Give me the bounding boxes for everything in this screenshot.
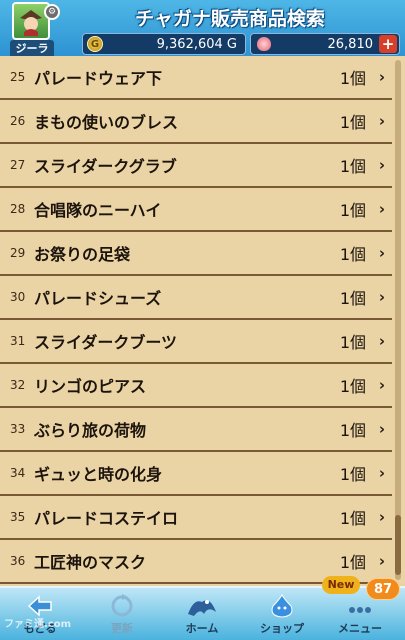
gem-icon xyxy=(257,37,271,51)
chevron-right-icon: › xyxy=(378,244,386,262)
dragon-home-icon xyxy=(188,600,216,616)
gold-coin-icon: G xyxy=(87,36,103,52)
avatar-link-icon[interactable]: ⚙ xyxy=(44,4,60,20)
gold-value: 9,362,604 G xyxy=(156,36,237,52)
item-name: 工匠神のマスク xyxy=(34,553,147,572)
item-name: スライダークブーツ xyxy=(34,333,178,352)
item-name: まもの使いのブレス xyxy=(34,113,179,132)
nav-home-button[interactable]: ホーム xyxy=(172,592,232,640)
chevron-right-icon: › xyxy=(378,552,386,570)
item-number: 31 xyxy=(10,334,26,348)
watermark: ファミ通.com xyxy=(4,619,72,630)
list-item[interactable]: 35 パレードコステイロ 1個 › xyxy=(0,496,392,540)
item-number: 33 xyxy=(10,422,26,436)
character-portrait-icon xyxy=(20,10,42,36)
list-scrollbar[interactable] xyxy=(395,60,401,580)
list-item[interactable]: 25 パレードウェア下 1個 › xyxy=(0,56,392,100)
list-item[interactable]: 32 リンゴのピアス 1個 › xyxy=(0,364,392,408)
item-name: パレードコステイロ xyxy=(34,509,179,528)
scrollbar-thumb[interactable] xyxy=(395,515,401,575)
item-name: お祭りの足袋 xyxy=(34,245,131,264)
nav-refresh-label: 更新 xyxy=(111,622,133,635)
gold-display: G 9,362,604 G xyxy=(82,33,246,55)
item-quantity: 1個 xyxy=(339,245,366,264)
item-list: 25 パレードウェア下 1個 › 26 まもの使いのブレス 1個 › 27 スラ… xyxy=(0,56,405,584)
chevron-right-icon: › xyxy=(378,200,386,218)
top-header: ⚙ ジーラ チャガナ販売商品検索 G 9,362,604 G 26,810 + xyxy=(0,0,405,62)
item-number: 29 xyxy=(10,246,26,260)
item-number: 36 xyxy=(10,554,26,568)
nav-refresh-button[interactable]: 更新 xyxy=(92,592,152,640)
item-name: 合唱隊のニーハイ xyxy=(34,201,162,220)
item-quantity: 1個 xyxy=(339,201,366,220)
gem-value: 26,810 xyxy=(327,36,374,52)
chevron-right-icon: › xyxy=(378,420,386,438)
item-quantity: 1個 xyxy=(339,69,366,88)
chevron-right-icon: › xyxy=(378,508,386,526)
item-quantity: 1個 xyxy=(339,509,366,528)
list-item[interactable]: 34 ギュッと時の化身 1個 › xyxy=(0,452,392,496)
item-number: 35 xyxy=(10,510,26,524)
item-name: スライダークグラブ xyxy=(34,157,177,176)
item-name: ギュッと時の化身 xyxy=(34,465,163,484)
new-badge: New xyxy=(322,576,360,594)
item-name: リンゴのピアス xyxy=(34,377,147,396)
chevron-right-icon: › xyxy=(378,68,386,86)
item-number: 28 xyxy=(10,202,26,216)
chevron-right-icon: › xyxy=(378,464,386,482)
chevron-right-icon: › xyxy=(378,112,386,130)
list-item[interactable]: 30 パレードシューズ 1個 › xyxy=(0,276,392,320)
item-quantity: 1個 xyxy=(339,289,366,308)
item-name: パレードウェア下 xyxy=(34,69,163,88)
slime-shop-icon xyxy=(271,594,293,618)
notification-count-badge: 87 xyxy=(366,578,400,600)
item-number: 25 xyxy=(10,70,26,84)
item-name: ぶらり旅の荷物 xyxy=(34,421,147,440)
item-name: パレードシューズ xyxy=(34,289,162,308)
gem-display: 26,810 + xyxy=(250,33,400,55)
item-number: 34 xyxy=(10,466,26,480)
item-quantity: 1個 xyxy=(339,421,366,440)
item-quantity: 1個 xyxy=(339,465,366,484)
list-item[interactable]: 26 まもの使いのブレス 1個 › xyxy=(0,100,392,144)
chevron-right-icon: › xyxy=(378,156,386,174)
chevron-right-icon: › xyxy=(378,376,386,394)
item-quantity: 1個 xyxy=(339,333,366,352)
item-quantity: 1個 xyxy=(339,157,366,176)
chevron-right-icon: › xyxy=(378,288,386,306)
item-number: 32 xyxy=(10,378,26,392)
nav-menu-label: メニュー xyxy=(338,622,382,635)
add-gems-button[interactable]: + xyxy=(379,35,397,53)
list-item[interactable]: 31 スライダークブーツ 1個 › xyxy=(0,320,392,364)
chevron-right-icon: › xyxy=(378,332,386,350)
list-item[interactable]: 28 合唱隊のニーハイ 1個 › xyxy=(0,188,392,232)
item-quantity: 1個 xyxy=(339,113,366,132)
item-quantity: 1個 xyxy=(339,553,366,572)
list-item[interactable]: 33 ぶらり旅の荷物 1個 › xyxy=(0,408,392,452)
refresh-icon xyxy=(111,594,133,617)
item-number: 26 xyxy=(10,114,26,128)
item-quantity: 1個 xyxy=(339,377,366,396)
nav-home-label: ホーム xyxy=(185,622,219,635)
item-number: 30 xyxy=(10,290,26,304)
page-title: チャガナ販売商品検索 xyxy=(135,8,325,30)
list-item[interactable]: 29 お祭りの足袋 1個 › xyxy=(0,232,392,276)
item-number: 27 xyxy=(10,158,26,172)
nav-shop-label: ショップ xyxy=(260,622,304,635)
list-item[interactable]: 27 スライダークグラブ 1個 › xyxy=(0,144,392,188)
nav-shop-button[interactable]: ショップ xyxy=(252,592,312,640)
